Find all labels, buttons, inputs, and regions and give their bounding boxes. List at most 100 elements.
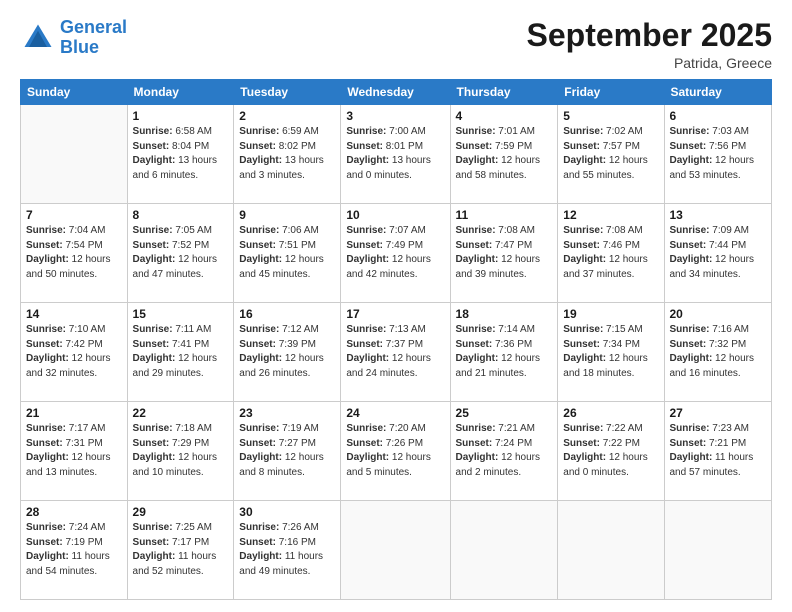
calendar-cell: 19Sunrise: 7:15 AMSunset: 7:34 PMDayligh… (558, 303, 664, 402)
calendar-week-3: 14 Sunrise: 7:10 AMSunset: 7:42 PMDayligh… (21, 303, 772, 402)
day-info: Sunrise: 7:19 AMSunset: 7:27 PMDaylight:… (239, 422, 335, 480)
day-info: Sunrise: 6:59 AMSunset: 8:02 PMDaylight:… (239, 125, 335, 183)
calendar-cell: 21 Sunrise: 7:17 AMSunset: 7:31 PMDayligh… (21, 402, 128, 501)
calendar-cell: 5Sunrise: 7:02 AMSunset: 7:57 PMDaylight… (558, 105, 664, 204)
calendar-cell: 4Sunrise: 7:01 AMSunset: 7:59 PMDaylight… (450, 105, 558, 204)
day-info: Sunrise: 7:17 AMSunset: 7:31 PMDaylight:… (26, 422, 122, 480)
header: General Blue September 2025 Patrida, Gre… (20, 18, 772, 71)
day-info: Sunrise: 7:08 AMSunset: 7:46 PMDaylight:… (563, 224, 658, 282)
header-day-saturday: Saturday (664, 80, 772, 105)
calendar-cell: 23 Sunrise: 7:19 AMSunset: 7:27 PMDayligh… (234, 402, 341, 501)
title-block: September 2025 Patrida, Greece (527, 18, 772, 71)
day-number: 20 (670, 307, 767, 321)
day-number: 6 (670, 109, 767, 123)
calendar-cell: 9 Sunrise: 7:06 AMSunset: 7:51 PMDaylight… (234, 204, 341, 303)
logo: General Blue (20, 18, 127, 58)
day-info: Sunrise: 7:04 AMSunset: 7:54 PMDaylight:… (26, 224, 122, 282)
day-info: Sunrise: 7:09 AMSunset: 7:44 PMDaylight:… (670, 224, 767, 282)
day-info: Sunrise: 7:25 AMSunset: 7:17 PMDaylight:… (133, 521, 229, 579)
day-number: 22 (133, 406, 229, 420)
location: Patrida, Greece (527, 55, 772, 71)
day-number: 2 (239, 109, 335, 123)
calendar-cell: 24 Sunrise: 7:20 AMSunset: 7:26 PMDayligh… (341, 402, 450, 501)
day-number: 13 (670, 208, 767, 222)
day-number: 21 (26, 406, 122, 420)
day-number: 10 (346, 208, 444, 222)
calendar-cell: 8 Sunrise: 7:05 AMSunset: 7:52 PMDaylight… (127, 204, 234, 303)
day-info: Sunrise: 7:06 AMSunset: 7:51 PMDaylight:… (239, 224, 335, 282)
day-info: Sunrise: 7:11 AMSunset: 7:41 PMDaylight:… (133, 323, 229, 381)
day-number: 9 (239, 208, 335, 222)
day-info: Sunrise: 7:21 AMSunset: 7:24 PMDaylight:… (456, 422, 553, 480)
page: General Blue September 2025 Patrida, Gre… (0, 0, 792, 612)
day-info: Sunrise: 7:02 AMSunset: 7:57 PMDaylight:… (563, 125, 658, 183)
calendar-cell: 12 Sunrise: 7:08 AMSunset: 7:46 PMDayligh… (558, 204, 664, 303)
calendar-cell: 11 Sunrise: 7:08 AMSunset: 7:47 PMDayligh… (450, 204, 558, 303)
calendar-cell (341, 501, 450, 600)
day-info: Sunrise: 7:24 AMSunset: 7:19 PMDaylight:… (26, 521, 122, 579)
calendar-cell: 14 Sunrise: 7:10 AMSunset: 7:42 PMDayligh… (21, 303, 128, 402)
day-number: 12 (563, 208, 658, 222)
day-info: Sunrise: 7:15 AMSunset: 7:34 PMDaylight:… (563, 323, 658, 381)
calendar-cell: 22 Sunrise: 7:18 AMSunset: 7:29 PMDayligh… (127, 402, 234, 501)
day-info: Sunrise: 7:22 AMSunset: 7:22 PMDaylight:… (563, 422, 658, 480)
day-number: 7 (26, 208, 122, 222)
day-info: Sunrise: 7:05 AMSunset: 7:52 PMDaylight:… (133, 224, 229, 282)
calendar-cell (450, 501, 558, 600)
calendar-cell: 17 Sunrise: 7:13 AMSunset: 7:37 PMDayligh… (341, 303, 450, 402)
day-info: Sunrise: 7:18 AMSunset: 7:29 PMDaylight:… (133, 422, 229, 480)
calendar-header-row: SundayMondayTuesdayWednesdayThursdayFrid… (21, 80, 772, 105)
day-info: Sunrise: 7:16 AMSunset: 7:32 PMDaylight:… (670, 323, 767, 381)
calendar-cell: 27Sunrise: 7:23 AMSunset: 7:21 PMDayligh… (664, 402, 772, 501)
general-blue-logo-icon (20, 20, 56, 56)
day-number: 30 (239, 505, 335, 519)
logo-text: General Blue (60, 18, 127, 58)
calendar-cell: 13 Sunrise: 7:09 AMSunset: 7:44 PMDayligh… (664, 204, 772, 303)
logo-blue: Blue (60, 37, 99, 57)
calendar-cell: 30 Sunrise: 7:26 AMSunset: 7:16 PMDayligh… (234, 501, 341, 600)
day-info: Sunrise: 7:03 AMSunset: 7:56 PMDaylight:… (670, 125, 767, 183)
calendar-week-2: 7 Sunrise: 7:04 AMSunset: 7:54 PMDaylight… (21, 204, 772, 303)
day-number: 29 (133, 505, 229, 519)
calendar-cell: 15 Sunrise: 7:11 AMSunset: 7:41 PMDayligh… (127, 303, 234, 402)
day-info: Sunrise: 7:14 AMSunset: 7:36 PMDaylight:… (456, 323, 553, 381)
day-info: Sunrise: 7:08 AMSunset: 7:47 PMDaylight:… (456, 224, 553, 282)
day-info: Sunrise: 7:13 AMSunset: 7:37 PMDaylight:… (346, 323, 444, 381)
calendar-table: SundayMondayTuesdayWednesdayThursdayFrid… (20, 79, 772, 600)
day-number: 3 (346, 109, 444, 123)
calendar-cell: 20 Sunrise: 7:16 AMSunset: 7:32 PMDayligh… (664, 303, 772, 402)
calendar-week-1: 1Sunrise: 6:58 AMSunset: 8:04 PMDaylight… (21, 105, 772, 204)
day-number: 15 (133, 307, 229, 321)
calendar-cell (21, 105, 128, 204)
day-info: Sunrise: 7:26 AMSunset: 7:16 PMDaylight:… (239, 521, 335, 579)
calendar-cell: 7 Sunrise: 7:04 AMSunset: 7:54 PMDaylight… (21, 204, 128, 303)
day-number: 17 (346, 307, 444, 321)
day-number: 18 (456, 307, 553, 321)
day-number: 24 (346, 406, 444, 420)
day-info: Sunrise: 7:12 AMSunset: 7:39 PMDaylight:… (239, 323, 335, 381)
calendar-cell (558, 501, 664, 600)
day-number: 14 (26, 307, 122, 321)
calendar-cell: 29 Sunrise: 7:25 AMSunset: 7:17 PMDayligh… (127, 501, 234, 600)
calendar-cell (664, 501, 772, 600)
day-number: 11 (456, 208, 553, 222)
day-info: Sunrise: 7:10 AMSunset: 7:42 PMDaylight:… (26, 323, 122, 381)
calendar-cell: 6 Sunrise: 7:03 AMSunset: 7:56 PMDaylight… (664, 105, 772, 204)
day-info: Sunrise: 7:20 AMSunset: 7:26 PMDaylight:… (346, 422, 444, 480)
day-number: 26 (563, 406, 658, 420)
day-info: Sunrise: 7:00 AMSunset: 8:01 PMDaylight:… (346, 125, 444, 183)
header-day-thursday: Thursday (450, 80, 558, 105)
day-number: 27 (670, 406, 767, 420)
calendar-cell: 1Sunrise: 6:58 AMSunset: 8:04 PMDaylight… (127, 105, 234, 204)
day-number: 4 (456, 109, 553, 123)
day-number: 23 (239, 406, 335, 420)
calendar-cell: 28Sunrise: 7:24 AMSunset: 7:19 PMDayligh… (21, 501, 128, 600)
header-day-monday: Monday (127, 80, 234, 105)
header-day-tuesday: Tuesday (234, 80, 341, 105)
header-day-wednesday: Wednesday (341, 80, 450, 105)
day-info: Sunrise: 7:07 AMSunset: 7:49 PMDaylight:… (346, 224, 444, 282)
day-number: 8 (133, 208, 229, 222)
calendar-cell: 3 Sunrise: 7:00 AMSunset: 8:01 PMDaylight… (341, 105, 450, 204)
calendar-cell: 26 Sunrise: 7:22 AMSunset: 7:22 PMDayligh… (558, 402, 664, 501)
calendar-cell: 16Sunrise: 7:12 AMSunset: 7:39 PMDayligh… (234, 303, 341, 402)
